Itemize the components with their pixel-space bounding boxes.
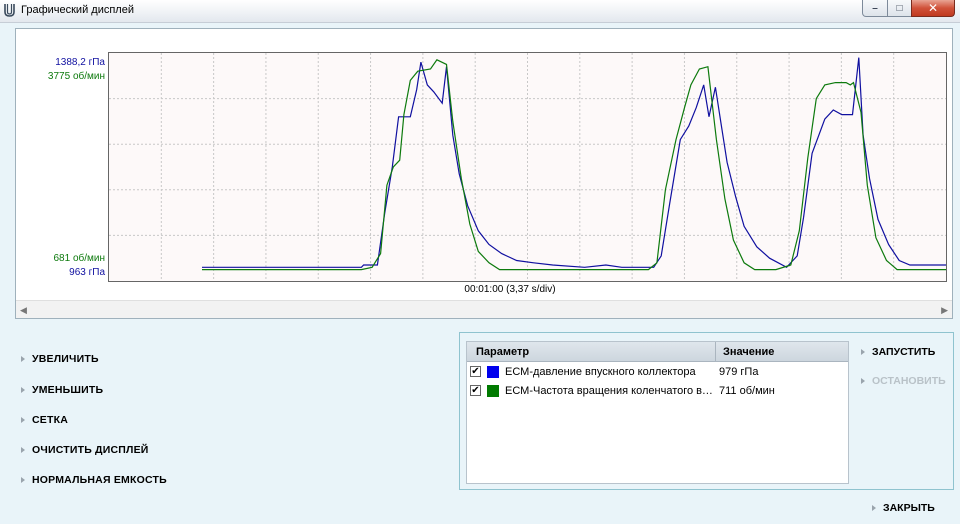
rpm-series-line: [202, 59, 946, 271]
pressure-max-label: 1388,2 гПа: [55, 57, 105, 68]
rpm-max-label: 3775 об/мин: [47, 71, 105, 82]
grid-lines: [109, 53, 946, 281]
pressure-color-swatch: [487, 366, 499, 378]
grid-toggle-button[interactable]: СЕТКА: [21, 414, 68, 426]
close-icon: ✕: [927, 1, 939, 15]
normal-capacity-label: НОРМАЛЬНАЯ ЕМКОСТЬ: [32, 474, 167, 486]
bullet-icon: [21, 356, 25, 362]
close-label: ЗАКРЫТЬ: [883, 502, 935, 514]
clear-display-label: ОЧИСТИТЬ ДИСПЛЕЙ: [32, 444, 149, 456]
maximize-button[interactable]: □: [887, 0, 912, 17]
bullet-icon: [21, 477, 25, 483]
zoom-in-button[interactable]: УВЕЛИЧИТЬ: [21, 353, 99, 365]
scroll-right-icon[interactable]: ▶: [941, 305, 948, 316]
parameter-table: Параметр Значение ✔ ЕСМ-давление впускно…: [466, 341, 849, 484]
start-label: ЗАПУСТИТЬ: [872, 346, 936, 358]
app-icon: [4, 4, 15, 17]
chart-svg: [109, 53, 946, 281]
rpm-checkbox[interactable]: ✔: [470, 385, 481, 396]
timebase-label: 00:01:00 (3,37 s/div): [464, 284, 556, 295]
maximize-icon: □: [896, 2, 903, 14]
minimize-button[interactable]: –: [862, 0, 888, 17]
pressure-value: 979 гПа: [719, 366, 759, 378]
pressure-name: ЕСМ-давление впускного коллектора: [505, 366, 696, 378]
close-window-button[interactable]: ✕: [911, 0, 955, 17]
start-button[interactable]: ЗАПУСТИТЬ: [861, 346, 935, 358]
clear-display-button[interactable]: ОЧИСТИТЬ ДИСПЛЕЙ: [21, 444, 149, 456]
column-divider[interactable]: [715, 342, 716, 361]
rpm-value: 711 об/мин: [719, 385, 775, 397]
scroll-left-icon[interactable]: ◀: [20, 305, 27, 316]
parameter-row-pressure[interactable]: ✔ ЕСМ-давление впускного коллектора 979 …: [467, 363, 848, 382]
rpm-color-swatch: [487, 385, 499, 397]
bullet-icon: [21, 447, 25, 453]
normal-capacity-button[interactable]: НОРМАЛЬНАЯ ЕМКОСТЬ: [21, 474, 167, 486]
parameter-row-rpm[interactable]: ✔ ЕСМ-Частота вращения коленчатого вала …: [467, 382, 848, 401]
bullet-icon: [21, 417, 25, 423]
zoom-out-button[interactable]: УМЕНЬШИТЬ: [21, 384, 103, 396]
minimize-icon: –: [872, 2, 878, 14]
pressure-min-label: 963 гПа: [69, 267, 105, 278]
bullet-icon: [861, 349, 865, 355]
bullet-icon: [21, 387, 25, 393]
bullet-icon: [872, 505, 876, 511]
stop-button[interactable]: ОСТАНОВИТЬ: [861, 375, 946, 387]
close-button[interactable]: ЗАКРЫТЬ: [872, 502, 935, 514]
rpm-name: ЕСМ-Частота вращения коленчатого вала: [505, 385, 713, 397]
window-title: Графический дисплей: [21, 4, 134, 16]
pressure-checkbox[interactable]: ✔: [470, 366, 481, 377]
column-header-parameter[interactable]: Параметр: [476, 346, 529, 358]
rpm-min-label: 681 об/мин: [53, 253, 105, 264]
column-header-value[interactable]: Значение: [723, 346, 774, 358]
grid-toggle-label: СЕТКА: [32, 414, 68, 426]
zoom-in-label: УВЕЛИЧИТЬ: [32, 353, 99, 365]
title-bar: Графический дисплей – □ ✕: [0, 0, 960, 23]
plot-area[interactable]: [108, 52, 947, 282]
stop-label: ОСТАНОВИТЬ: [872, 375, 946, 387]
horizontal-scrollbar[interactable]: ◀ ▶: [16, 300, 952, 318]
parameter-table-header: Параметр Значение: [467, 342, 848, 362]
zoom-out-label: УМЕНЬШИТЬ: [32, 384, 104, 396]
bullet-icon: [861, 378, 865, 384]
